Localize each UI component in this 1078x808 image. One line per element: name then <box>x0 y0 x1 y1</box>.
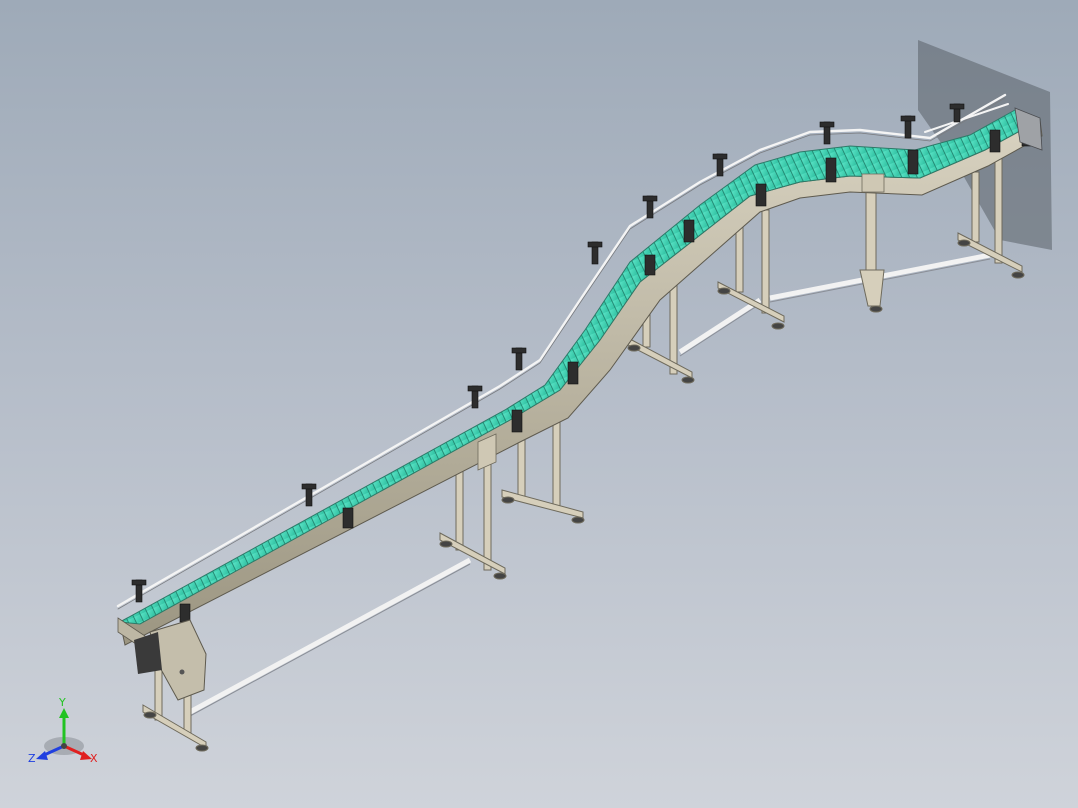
x-axis-label: X <box>90 752 98 765</box>
conveyor-frame <box>119 119 1043 646</box>
y-axis-label: Y <box>58 696 66 709</box>
z-axis-label: Z <box>28 752 36 765</box>
graphics-viewport[interactable]: Y X Z <box>0 0 1078 808</box>
support-legs <box>142 157 1025 752</box>
conveyor-model[interactable] <box>0 0 1078 808</box>
coordinate-triad: Y X Z <box>28 696 98 765</box>
